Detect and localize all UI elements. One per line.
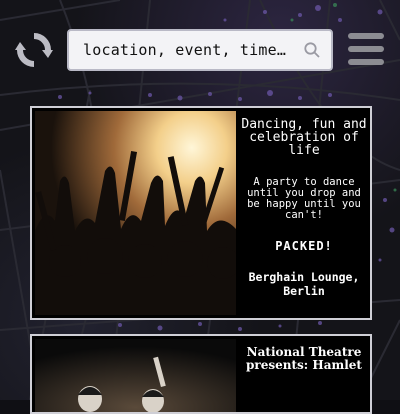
event-card[interactable]: Dancing, fun and celebration of life A p… [30, 106, 372, 320]
event-venue: Berghain Lounge, Berlin [248, 270, 360, 298]
event-title: National Theatre presents: Hamlet [246, 345, 362, 372]
search-bar[interactable]: location, event, time… [67, 29, 333, 71]
refresh-button[interactable] [14, 30, 54, 70]
search-icon[interactable] [303, 41, 321, 59]
hamburger-menu-button[interactable] [348, 33, 384, 65]
event-details: National Theatre presents: Hamlet [238, 336, 370, 412]
event-photo-crowd [35, 111, 236, 315]
event-details: Dancing, fun and celebration of life A p… [238, 108, 370, 318]
event-title: Dancing, fun and celebration of life [241, 117, 367, 158]
menu-bar [348, 33, 384, 39]
search-input[interactable]: location, event, time… [83, 41, 297, 59]
menu-bar [348, 46, 384, 52]
refresh-icon [15, 33, 53, 67]
event-status: PACKED! [275, 239, 333, 253]
event-card[interactable]: National Theatre presents: Hamlet [30, 334, 372, 414]
event-description: A party to dance until you drop and be h… [247, 176, 361, 221]
event-photo-theatre [35, 339, 236, 412]
menu-bar [348, 59, 384, 65]
